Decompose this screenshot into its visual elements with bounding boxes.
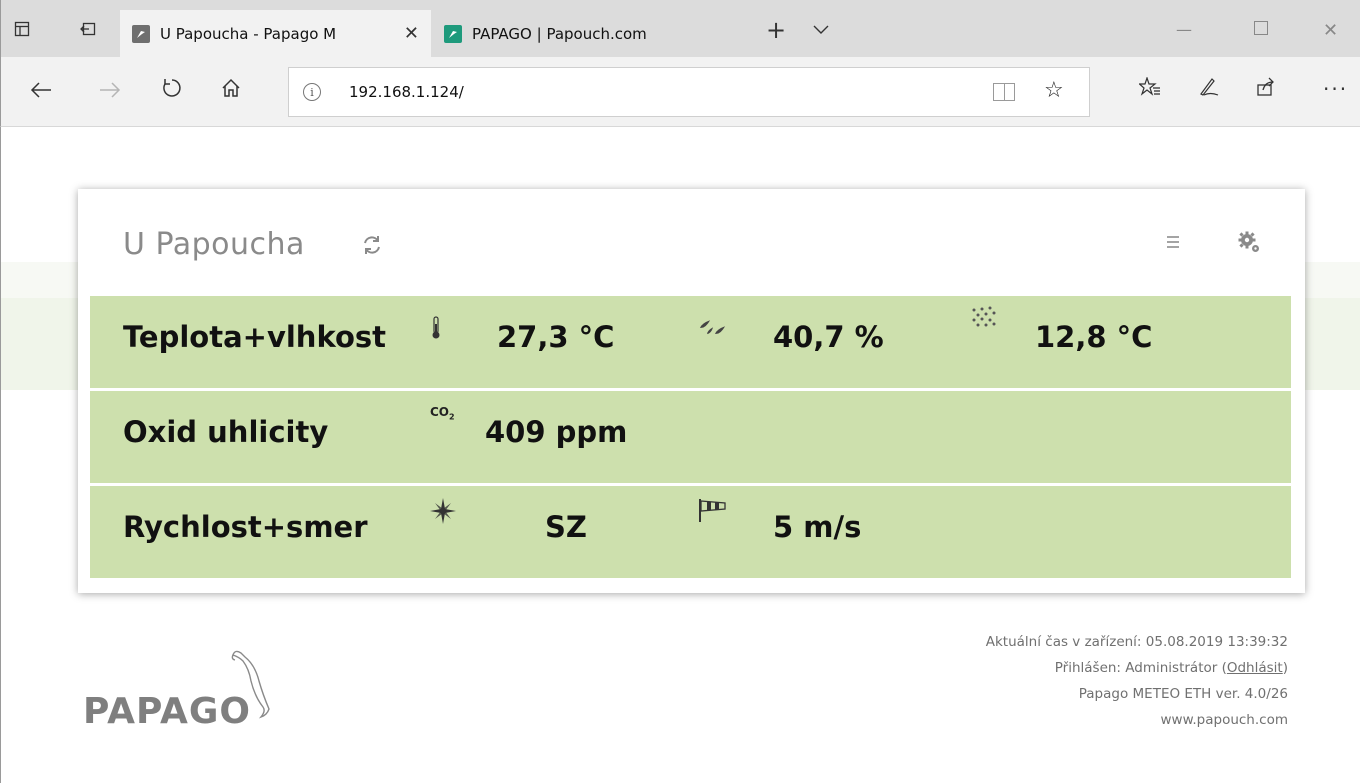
tab-title: PAPAGO | Papouch.com [472, 24, 647, 43]
forward-icon[interactable] [95, 77, 125, 105]
page-viewport: U Papoucha Teplota+vlhkost 27,3 °C 40,7 … [0, 127, 1360, 783]
co2-value: 409 ppm [485, 415, 628, 449]
page-title: U Papoucha [123, 227, 305, 262]
login-status: Přihlášen: Administrátor (Odhlásit) [1054, 660, 1288, 676]
papago-favicon-icon [132, 24, 150, 43]
more-options-icon[interactable]: ··· [1323, 77, 1348, 101]
logout-link[interactable]: Odhlásit [1227, 660, 1283, 676]
tab-preview-chevron-icon[interactable] [813, 18, 829, 42]
back-icon[interactable] [26, 77, 56, 105]
browser-titlebar: U Papoucha - Papago M ✕ PAPAGO | Papouch… [0, 0, 1360, 57]
site-info-icon[interactable]: i [303, 83, 321, 101]
website-link[interactable]: www.papouch.com [986, 707, 1288, 733]
wind-direction-value: SZ [545, 510, 587, 544]
browser-toolbar: i 192.168.1.124/ ☆ ··· [0, 57, 1360, 127]
address-url[interactable]: 192.168.1.124/ [349, 83, 464, 101]
meteo-card: U Papoucha Teplota+vlhkost 27,3 °C 40,7 … [78, 189, 1305, 593]
tab-actions-icon[interactable] [7, 14, 37, 44]
set-tabs-aside-icon[interactable] [73, 14, 103, 44]
co2-icon: CO2 [430, 405, 455, 422]
refresh-page-icon[interactable] [157, 77, 187, 105]
row-label: Oxid uhlicity [123, 415, 329, 449]
sensor-row-wind: Rychlost+smer SZ 5 m/s [90, 486, 1291, 578]
home-icon[interactable] [216, 77, 246, 105]
tab-papago-papouch[interactable]: PAPAGO | Papouch.com [432, 10, 742, 57]
temperature-value: 27,3 °C [497, 320, 615, 354]
device-info: Aktuální čas v zařízení: 05.08.2019 13:3… [986, 629, 1288, 733]
humidity-value: 40,7 % [773, 320, 884, 354]
share-icon[interactable] [1256, 77, 1276, 102]
tab-u-papoucha[interactable]: U Papoucha - Papago M ✕ [120, 10, 431, 57]
favorites-list-icon[interactable] [1137, 76, 1161, 102]
favorite-star-icon[interactable]: ☆ [1044, 78, 1064, 103]
menu-icon[interactable] [1165, 234, 1181, 250]
wind-speed-value: 5 m/s [773, 510, 862, 544]
firmware-version: Papago METEO ETH ver. 4.0/26 [1078, 686, 1288, 702]
papago-favicon-icon [444, 24, 462, 43]
row-label: Teplota+vlhkost [123, 320, 386, 354]
web-note-pen-icon[interactable] [1198, 77, 1220, 102]
gear-icon[interactable] [1237, 230, 1261, 254]
sensor-row-co2: Oxid uhlicity CO2 409 ppm [90, 391, 1291, 483]
papago-logo: PAPAGO [81, 647, 301, 737]
dew-point-icon [970, 306, 998, 336]
close-tab-icon[interactable]: ✕ [404, 23, 419, 44]
refresh-icon[interactable] [361, 234, 383, 256]
compass-rose-icon [430, 498, 456, 528]
row-label: Rychlost+smer [123, 510, 368, 544]
minimize-icon[interactable]: — [1176, 20, 1192, 39]
logo-text: PAPAGO [83, 691, 252, 732]
humidity-drops-icon [698, 316, 730, 342]
new-tab-icon[interactable]: + [766, 18, 786, 42]
windsock-icon [698, 498, 728, 526]
sensor-row-temperature-humidity: Teplota+vlhkost 27,3 °C 40,7 % 12,8 °C [90, 296, 1291, 388]
maximize-icon[interactable] [1254, 20, 1268, 39]
close-window-icon[interactable]: ✕ [1323, 20, 1338, 41]
tab-title: U Papoucha - Papago M [160, 24, 337, 43]
dew-point-value: 12,8 °C [1035, 320, 1153, 354]
address-bar[interactable]: i 192.168.1.124/ ☆ [288, 67, 1090, 117]
reading-view-icon[interactable] [993, 83, 1015, 101]
device-time: Aktuální čas v zařízení: 05.08.2019 13:3… [985, 634, 1288, 650]
thermometer-icon [430, 316, 442, 344]
